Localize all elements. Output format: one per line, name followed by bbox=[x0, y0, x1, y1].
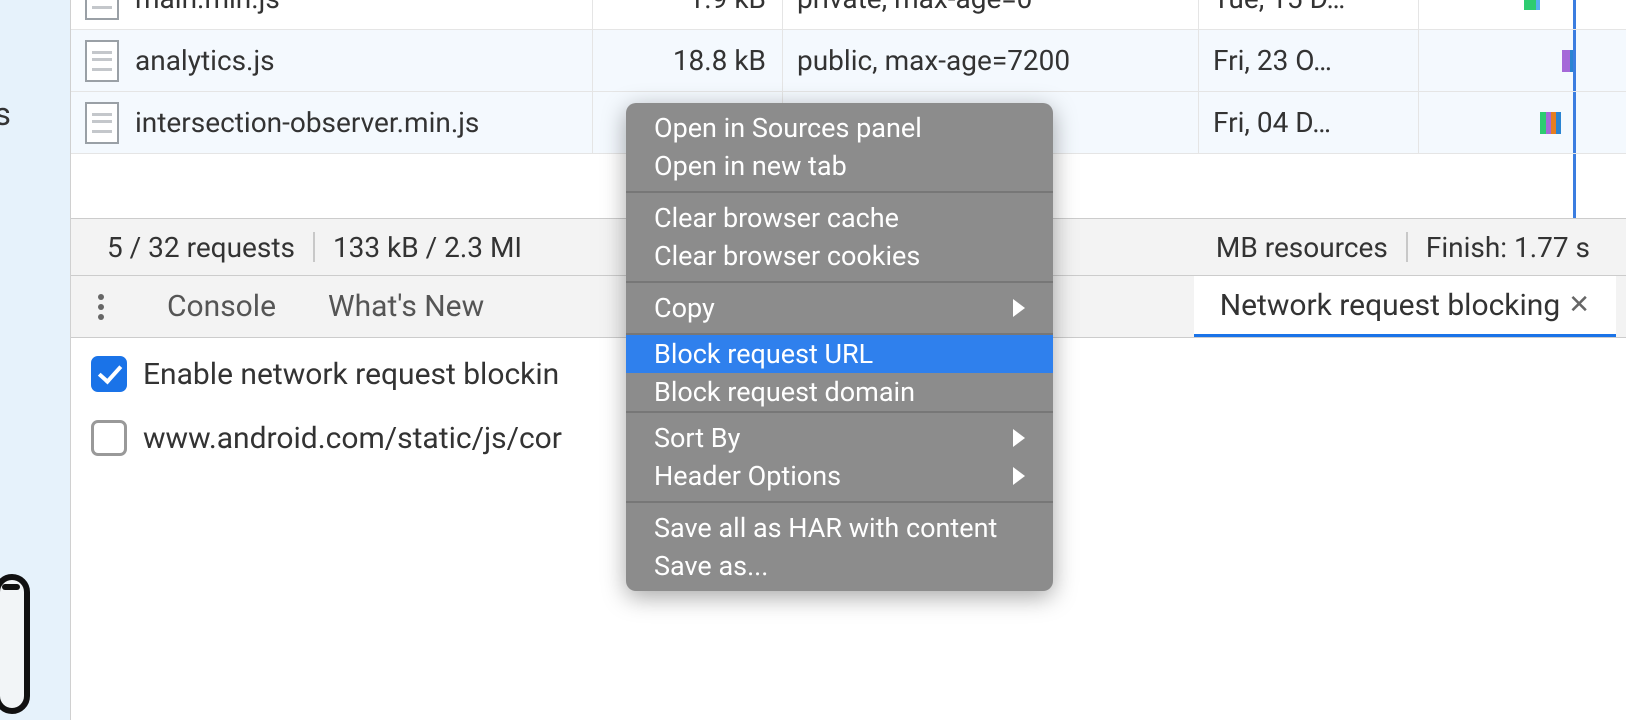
request-name: main.min.js bbox=[135, 0, 280, 15]
chevron-right-icon bbox=[1013, 467, 1025, 485]
request-date: Fri, 23 O… bbox=[1213, 44, 1332, 77]
waterfall-bar bbox=[1540, 112, 1546, 134]
menu-label: Copy bbox=[654, 292, 715, 324]
enable-blocking-checkbox[interactable] bbox=[91, 356, 127, 392]
request-date: Tue, 15 D… bbox=[1213, 0, 1345, 15]
menu-label: Save as... bbox=[654, 550, 768, 582]
left-strip: 's bbox=[0, 0, 70, 720]
request-cache: private, max-age=0 bbox=[797, 0, 1032, 15]
device-notch bbox=[2, 584, 20, 590]
menu-label: Clear browser cache bbox=[654, 202, 899, 234]
menu-copy[interactable]: Copy bbox=[626, 289, 1053, 327]
status-requests: 5 / 32 requests bbox=[89, 231, 313, 264]
tab-whats-new[interactable]: What's New bbox=[302, 276, 510, 337]
file-icon bbox=[85, 40, 119, 82]
request-name: intersection-observer.min.js bbox=[135, 106, 479, 139]
menu-open-sources[interactable]: Open in Sources panel bbox=[626, 109, 1053, 147]
menu-label: Open in new tab bbox=[654, 150, 847, 182]
menu-block-request-url[interactable]: Block request URL bbox=[626, 335, 1053, 373]
tab-label: Network request blocking bbox=[1220, 288, 1561, 323]
menu-header-options[interactable]: Header Options bbox=[626, 457, 1053, 495]
menu-label: Sort By bbox=[654, 422, 740, 454]
menu-sort-by[interactable]: Sort By bbox=[626, 419, 1053, 457]
menu-open-tab[interactable]: Open in new tab bbox=[626, 147, 1053, 185]
menu-label: Save all as HAR with content bbox=[654, 512, 997, 544]
request-size: 1.9 kB bbox=[689, 0, 766, 15]
device-frame bbox=[0, 574, 30, 714]
status-transferred: 133 kB / 2.3 MI bbox=[315, 231, 540, 264]
menu-save-as[interactable]: Save as... bbox=[626, 547, 1053, 585]
menu-label: Block request domain bbox=[654, 376, 915, 408]
table-row[interactable]: main.min.js 1.9 kB private, max-age=0 Tu… bbox=[71, 0, 1626, 30]
left-cut-text: 's bbox=[0, 95, 11, 133]
file-icon bbox=[85, 0, 119, 20]
menu-label: Header Options bbox=[654, 460, 841, 492]
status-finish: Finish: 1.77 s bbox=[1408, 231, 1608, 264]
tab-network-request-blocking[interactable]: Network request blocking ✕ bbox=[1194, 276, 1616, 337]
menu-clear-cache[interactable]: Clear browser cache bbox=[626, 199, 1053, 237]
menu-label: Block request URL bbox=[654, 338, 873, 370]
tab-console[interactable]: Console bbox=[141, 276, 302, 337]
context-menu: Open in Sources panel Open in new tab Cl… bbox=[626, 103, 1053, 591]
close-icon[interactable]: ✕ bbox=[1568, 290, 1590, 320]
menu-block-request-domain[interactable]: Block request domain bbox=[626, 373, 1053, 411]
pattern-text: www.android.com/static/js/cor bbox=[143, 421, 562, 456]
enable-blocking-label: Enable network request blockin bbox=[143, 357, 559, 392]
pattern-checkbox[interactable] bbox=[91, 420, 127, 456]
chevron-right-icon bbox=[1013, 299, 1025, 317]
request-date: Fri, 04 D… bbox=[1213, 106, 1331, 139]
table-row[interactable]: analytics.js 18.8 kB public, max-age=720… bbox=[71, 30, 1626, 92]
menu-label: Clear browser cookies bbox=[654, 240, 920, 272]
request-cache: public, max-age=7200 bbox=[797, 44, 1070, 77]
more-icon[interactable] bbox=[81, 287, 121, 327]
menu-label: Open in Sources panel bbox=[654, 112, 922, 144]
menu-clear-cookies[interactable]: Clear browser cookies bbox=[626, 237, 1053, 275]
tab-label: What's New bbox=[328, 289, 484, 324]
waterfall-bar bbox=[1562, 50, 1570, 72]
file-icon bbox=[85, 102, 119, 144]
menu-save-har[interactable]: Save all as HAR with content bbox=[626, 509, 1053, 547]
request-size: 18.8 kB bbox=[673, 44, 766, 77]
waterfall-bar bbox=[1524, 0, 1536, 10]
chevron-right-icon bbox=[1013, 429, 1025, 447]
request-name: analytics.js bbox=[135, 44, 275, 77]
status-resources: MB resources bbox=[1198, 231, 1406, 264]
tab-label: Console bbox=[167, 289, 276, 324]
